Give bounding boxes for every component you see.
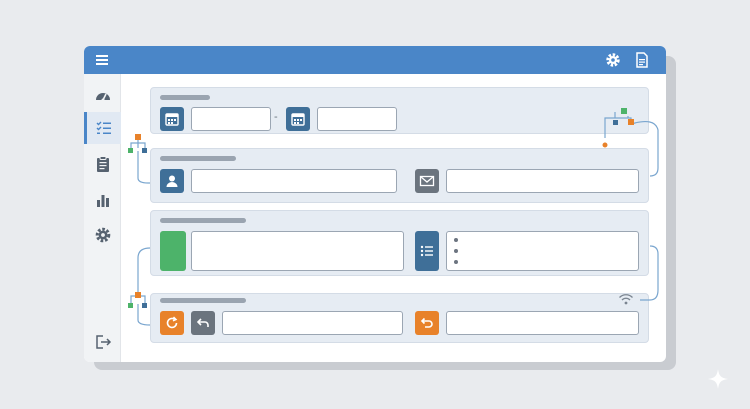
retry-field[interactable] [222,311,403,335]
sidebar-item-clipboard[interactable] [84,148,121,180]
end-date-field[interactable] [317,107,397,131]
email-field[interactable] [446,169,639,193]
panel-title-placeholder [160,298,246,303]
list-format-button[interactable] [415,231,439,271]
app-window: - [84,46,666,362]
user-icon [166,175,178,187]
back-button[interactable] [191,311,215,335]
refresh-button[interactable] [160,311,184,335]
sidebar-item-settings[interactable] [84,219,121,251]
logout-icon [95,335,111,349]
list-bullet [454,238,458,242]
dashboard-gauge-icon [95,93,110,102]
list-field[interactable] [446,231,639,271]
calendar-icon [165,113,179,126]
sidebar-item-checklist[interactable] [84,112,121,144]
undo-button[interactable] [415,311,439,335]
list-bullet [454,249,458,253]
date-range-panel: - [150,87,649,134]
bulleted-list-icon [420,245,433,257]
top-bar [84,46,666,74]
start-date-picker-button[interactable] [160,107,184,131]
logout-button[interactable] [84,326,121,358]
list-bullet [454,260,458,264]
hamburger-menu-icon[interactable] [93,51,111,69]
refresh-icon [166,316,178,329]
checklist-icon [96,121,111,134]
clipboard-icon [96,156,109,172]
sidebar [84,74,121,362]
bar-chart-icon [96,195,109,207]
document-icon[interactable] [633,51,651,69]
sidebar-item-reports[interactable] [84,184,121,216]
reply-arrow-icon [196,318,209,327]
undo-field[interactable] [446,311,639,335]
calendar-icon [291,113,305,126]
panel-title-placeholder [160,156,236,161]
envelope-icon [419,175,435,187]
details-text-field[interactable] [191,231,404,271]
end-date-picker-button[interactable] [286,107,310,131]
gear-icon[interactable] [604,51,622,69]
color-swatch[interactable] [160,231,186,271]
details-panel [150,210,649,276]
name-field[interactable] [191,169,397,193]
start-date-field[interactable] [191,107,271,131]
date-separator: - [274,111,278,123]
user-button[interactable] [160,169,184,193]
wifi-icon [618,292,634,306]
email-button[interactable] [415,169,439,193]
contact-panel [150,148,649,203]
actions-panel [150,293,649,343]
panel-title-placeholder [160,218,246,223]
gear-icon [95,227,110,243]
panel-title-placeholder [160,95,210,100]
sparkle-icon [706,367,730,391]
sidebar-item-dashboard[interactable] [84,80,121,112]
undo-icon [420,317,433,328]
